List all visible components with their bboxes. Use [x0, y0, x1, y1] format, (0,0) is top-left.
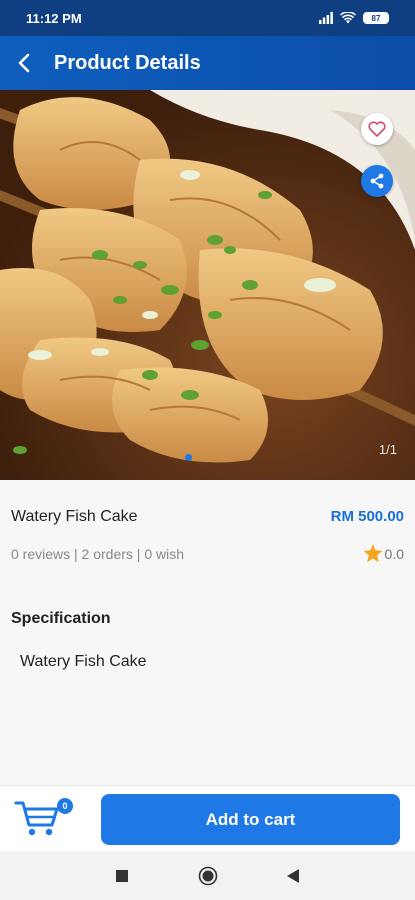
cart-icon: [14, 801, 59, 836]
wifi-icon: [340, 12, 356, 24]
add-to-cart-button[interactable]: Add to cart: [101, 794, 400, 845]
back-button[interactable]: [0, 36, 48, 90]
status-bar: 11:12 PM 87: [0, 0, 415, 36]
home-button[interactable]: [197, 865, 219, 887]
back-arrow-icon: [18, 53, 30, 73]
product-stats: 0 reviews | 2 orders | 0 wish: [11, 546, 185, 562]
specification-heading: Specification: [11, 610, 111, 627]
favorite-button[interactable]: [361, 113, 393, 145]
back-nav-button[interactable]: [282, 865, 304, 887]
product-image-carousel[interactable]: 1/1: [0, 90, 415, 480]
bottom-action-bar: 0 Add to cart: [0, 785, 415, 851]
status-time: 11:12 PM: [26, 10, 82, 26]
product-image: [0, 90, 415, 480]
recents-button[interactable]: [111, 865, 133, 887]
carousel-indicator-dot[interactable]: [185, 454, 192, 461]
status-icons: 87: [319, 12, 389, 24]
system-nav-bar: [0, 851, 415, 900]
product-rating: 0.0: [363, 544, 404, 563]
page-title: Product Details: [54, 51, 201, 74]
add-to-cart-label: Add to cart: [205, 809, 296, 829]
heart-outline-icon: [368, 121, 386, 137]
specification-value: Watery Fish Cake: [20, 653, 147, 670]
cart-count-badge: 0: [57, 798, 73, 814]
share-button[interactable]: [361, 165, 393, 197]
recents-square-icon: [116, 870, 128, 882]
battery-icon: 87: [363, 12, 389, 24]
app-bar: Product Details: [0, 36, 415, 90]
rating-value: 0.0: [384, 545, 404, 562]
cart-button[interactable]: 0: [14, 798, 76, 842]
signal-icon: [319, 12, 333, 24]
cart-count: 0: [62, 801, 68, 811]
image-counter: 1/1: [378, 442, 397, 457]
back-triangle-icon: [287, 869, 299, 883]
battery-level: 87: [371, 13, 381, 23]
home-circle-icon: [198, 866, 218, 886]
product-price: RM 500.00: [330, 508, 404, 525]
star-icon: [363, 544, 383, 563]
product-details-panel: Watery Fish Cake RM 500.00 0 reviews | 2…: [0, 480, 415, 785]
product-name: Watery Fish Cake: [11, 508, 138, 525]
share-icon: [370, 173, 384, 189]
